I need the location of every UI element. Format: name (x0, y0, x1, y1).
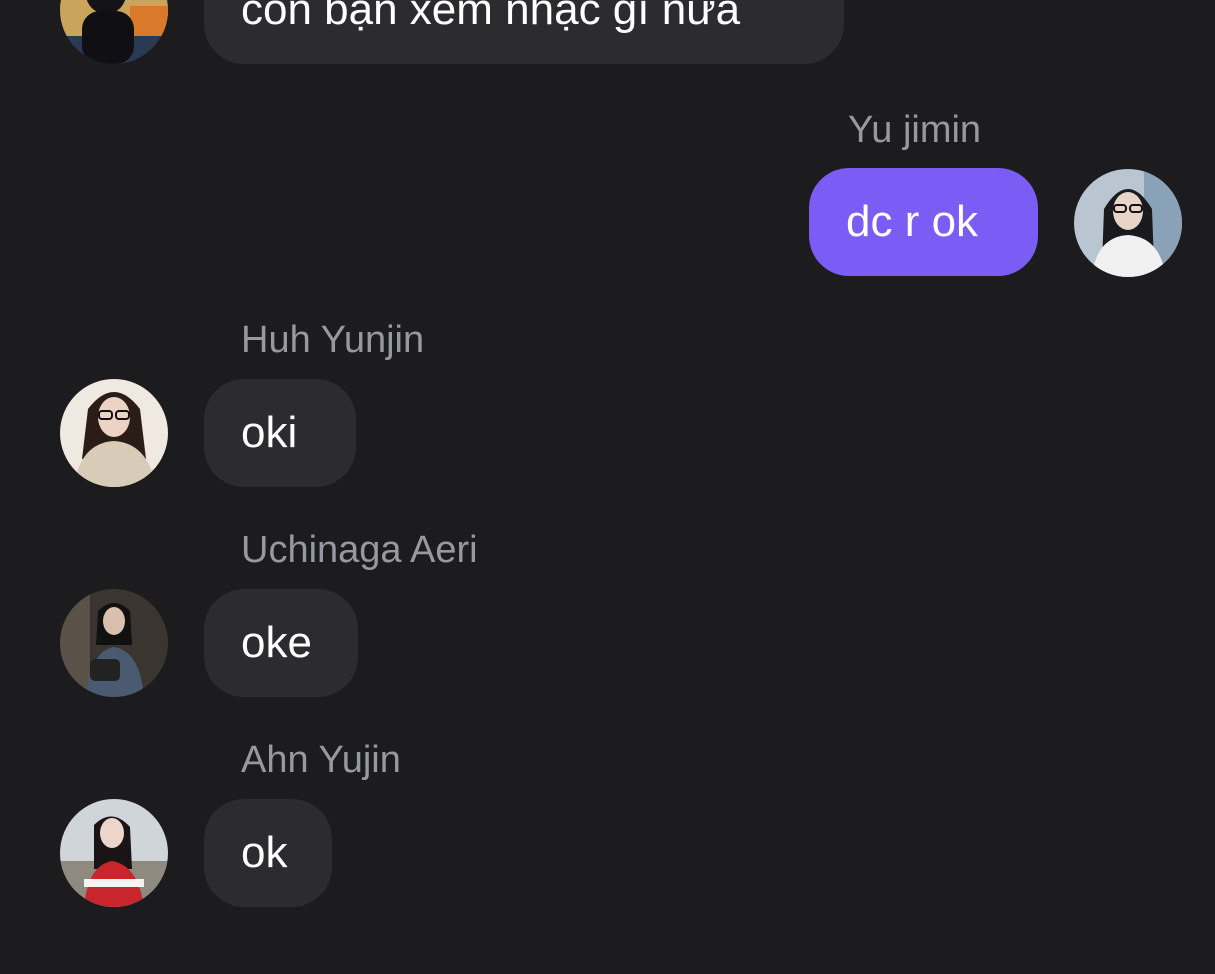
sender-name: Uchinaga Aeri (241, 529, 478, 571)
message-text: oki (241, 408, 298, 457)
message-text: còn bạn xem nhạc gì nữa (241, 0, 741, 34)
sender-avatar[interactable] (60, 589, 168, 697)
sender-avatar[interactable] (60, 0, 168, 64)
message-bubble[interactable]: oki (204, 379, 356, 487)
message-text: dc r ok (846, 197, 979, 246)
message-text: oke (241, 618, 312, 667)
message-bubble[interactable]: còn bạn xem nhạc gì nữa (204, 0, 844, 64)
sender-name: Huh Yunjin (241, 319, 425, 361)
message-bubble[interactable]: dc r ok (809, 168, 1038, 276)
profile-photo-icon (60, 379, 168, 487)
sender-avatar[interactable] (1074, 169, 1182, 277)
sender-avatar[interactable] (60, 379, 168, 487)
message-bubble[interactable]: oke (204, 589, 358, 697)
profile-photo-icon (60, 589, 168, 697)
profile-photo-icon (1074, 169, 1182, 277)
profile-photo-icon (60, 0, 168, 64)
message-text: ok (241, 828, 288, 877)
sender-name: Yu jimin (848, 109, 982, 151)
profile-photo-icon (60, 799, 168, 907)
message-bubble[interactable]: ok (204, 799, 332, 907)
sender-avatar[interactable] (60, 799, 168, 907)
sender-name: Ahn Yujin (241, 739, 401, 781)
